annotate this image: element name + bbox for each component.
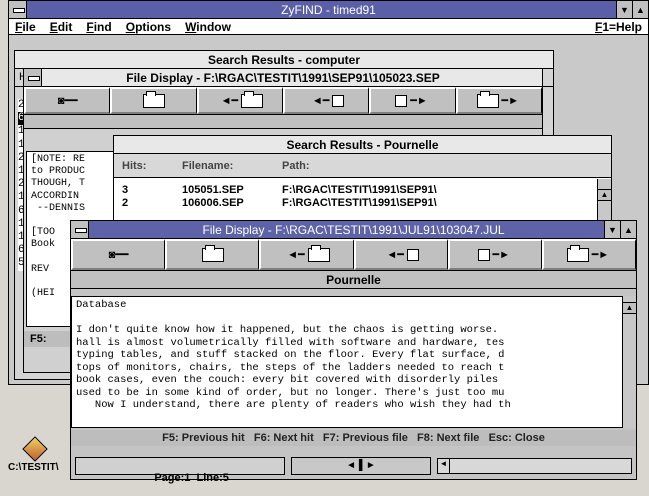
header-path: Path:	[282, 159, 310, 172]
search-pournelle-header: Hits: Filename: Path:	[114, 154, 611, 178]
help-shortcut[interactable]: F1=Help	[595, 20, 642, 34]
list-item[interactable]: 2 106006.SEP F:\RGAC\TESTIT\1991\SEP91\	[114, 197, 611, 210]
front-status-bar: Page:1 Line:5 ◄ ▌► ◄	[71, 453, 636, 484]
file-display-back-toolbar: ◙━━ ◄━ ◄━ ━► ━►	[24, 87, 542, 115]
maximize-icon[interactable]: ▲	[632, 1, 648, 18]
minimize-icon[interactable]: ▼	[616, 1, 632, 18]
search-pournelle-title-bar[interactable]: Search Results - Pournelle	[114, 136, 611, 154]
menu-file[interactable]: File	[15, 20, 36, 34]
disk-button[interactable]: ◙━━	[24, 87, 111, 114]
document-icon	[406, 248, 419, 261]
maximize-icon[interactable]: ▲	[620, 221, 636, 238]
app-title-bar[interactable]: ZyFIND - timed91 ▲ ▼	[9, 1, 648, 19]
prev-file-button[interactable]: ◄━	[259, 239, 354, 270]
next-file-button[interactable]: ━►	[541, 239, 637, 270]
open-folder-button[interactable]	[110, 87, 197, 114]
folder-icon	[201, 244, 224, 262]
file-display-front-text: Database I don't quite know how it happe…	[71, 296, 623, 428]
system-menu-icon[interactable]	[71, 221, 89, 238]
file-display-front-title-bar[interactable]: File Display - F:\RGAC\TESTIT\1991\JUL91…	[71, 221, 636, 239]
disk-icon	[22, 436, 48, 462]
menu-find[interactable]: Find	[86, 20, 111, 34]
scroll-up-icon[interactable]: ▲	[623, 302, 636, 314]
search-computer-title-bar[interactable]: Search Results - computer	[15, 51, 553, 69]
search-computer-title: Search Results - computer	[207, 52, 361, 67]
next-file-button[interactable]: ━►	[455, 87, 542, 114]
file-display-back-title-bar[interactable]: File Display - F:\RGAC\TESTIT\1991\SEP91…	[24, 69, 542, 87]
menu-edit[interactable]: Edit	[50, 20, 73, 34]
folder-icon	[142, 90, 165, 108]
desktop-icon-label: C:\TESTIT\	[8, 462, 59, 473]
status-slider[interactable]: ◄ ▌►	[291, 457, 431, 475]
next-hit-button[interactable]: ━►	[369, 87, 456, 114]
desktop-icon[interactable]: C:\TESTIT\	[8, 436, 68, 480]
disk-button[interactable]: ◙━━	[71, 239, 166, 270]
header-filename: Filename:	[182, 159, 234, 172]
folder-icon	[566, 244, 589, 262]
menu-options[interactable]: Options	[126, 20, 171, 34]
document-icon	[332, 94, 345, 107]
file-display-front-toolbar: ◙━━ ◄━ ◄━ ━► ━►	[71, 239, 637, 271]
function-key-bar: F5: Previous hit F6: Next hit F7: Previo…	[71, 430, 636, 446]
system-menu-icon[interactable]	[24, 69, 42, 86]
front-vertical-scrollbar[interactable]: ▲	[622, 296, 636, 428]
document-icon	[477, 248, 490, 261]
search-results-pournelle-window: Search Results - Pournelle Hits: Filenam…	[113, 135, 612, 230]
file-display-front-title: File Display - F:\RGAC\TESTIT\1991\JUL91…	[202, 222, 505, 237]
menu-window[interactable]: Window	[185, 20, 231, 34]
app-title: ZyFIND - timed91	[281, 2, 376, 17]
page-line-indicator: Page:1 Line:5	[75, 457, 285, 484]
prev-hit-button[interactable]: ◄━	[353, 239, 448, 270]
folder-icon	[307, 244, 330, 262]
next-hit-button[interactable]: ━►	[447, 239, 542, 270]
back-banner	[24, 115, 542, 129]
header-hits: Hits:	[122, 159, 147, 172]
prev-hit-button[interactable]: ◄━	[282, 87, 370, 114]
menu-bar: File Edit Find Options Window F1=Help	[9, 19, 648, 35]
search-pournelle-title: Search Results - Pournelle	[286, 137, 439, 152]
search-term-banner: Pournelle	[71, 271, 636, 289]
file-display-back-title: File Display - F:\RGAC\TESTIT\1991\SEP91…	[126, 70, 440, 85]
folder-icon	[241, 90, 264, 108]
file-display-front-window: File Display - F:\RGAC\TESTIT\1991\JUL91…	[70, 220, 637, 484]
prev-file-button[interactable]: ◄━	[196, 87, 283, 114]
document-icon	[395, 94, 408, 107]
scroll-up-icon[interactable]: ▲	[598, 189, 611, 201]
minimize-icon[interactable]: ▼	[604, 221, 620, 238]
open-folder-button[interactable]	[165, 239, 260, 270]
list-item[interactable]: 3 105051.SEP F:\RGAC\TESTIT\1991\SEP91\	[114, 184, 611, 197]
scroll-left-icon[interactable]: ◄	[438, 459, 450, 473]
system-menu-icon[interactable]	[9, 1, 27, 18]
horizontal-scrollbar[interactable]: ◄	[437, 458, 632, 474]
folder-icon	[476, 90, 499, 108]
